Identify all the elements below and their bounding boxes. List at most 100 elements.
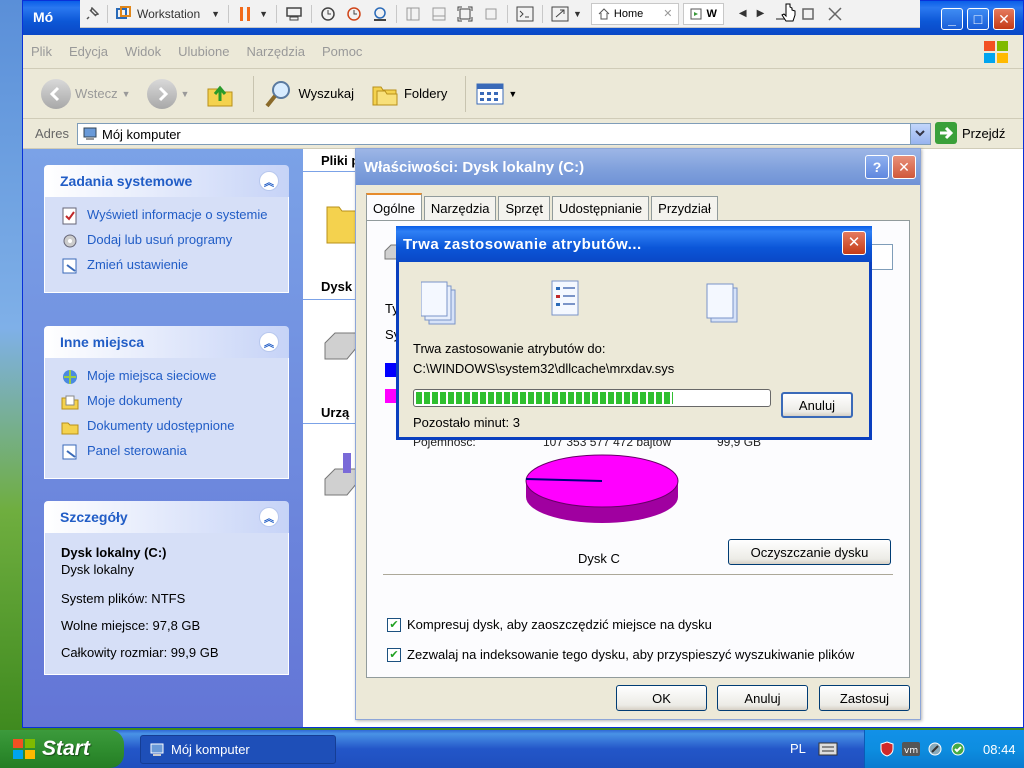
tab-general[interactable]: Ogólne [366, 193, 422, 221]
menu-edycja[interactable]: Edycja [69, 44, 108, 59]
index-checkbox[interactable]: ✔ [387, 647, 401, 662]
tab-scroll-left-button[interactable]: ◀ [734, 3, 752, 25]
tab-hardware[interactable]: Sprzęt [498, 196, 551, 220]
terminal-button[interactable] [511, 3, 539, 25]
my-documents-icon [61, 395, 79, 410]
disk-usage-pie [525, 454, 679, 523]
collapse-chevron-icon[interactable]: ︽ [259, 171, 279, 191]
snapshot-manager-icon [373, 6, 386, 21]
snapshot-manager-button[interactable] [367, 3, 393, 25]
unity-button[interactable] [478, 3, 504, 25]
windows-flag-icon [13, 739, 35, 759]
address-input[interactable]: Mój komputer [77, 123, 931, 145]
snapshot-button[interactable] [315, 3, 341, 25]
menu-pomoc[interactable]: Pomoc [322, 44, 362, 59]
menu-narzedzia[interactable]: Narzędzia [246, 44, 305, 59]
menu-plik[interactable]: Plik [31, 44, 52, 59]
security-shield-icon[interactable] [879, 741, 895, 757]
vm-close-button[interactable] [821, 3, 849, 25]
layout-icon [406, 7, 420, 20]
tab-tools[interactable]: Narzędzia [423, 196, 497, 220]
place-network[interactable]: Moje miejsca sieciowe [61, 368, 276, 386]
place-shared-documents[interactable]: Dokumenty udostępnione [61, 418, 276, 436]
view-console-button[interactable] [400, 3, 426, 25]
index-checkbox-row[interactable]: ✔ Zezwalaj na indeksowanie tego dysku, a… [387, 647, 854, 662]
pin-icon[interactable] [80, 3, 104, 25]
views-button[interactable]: ▼ [472, 74, 521, 114]
vm-icon [116, 5, 131, 19]
compress-checkbox-row[interactable]: ✔ Kompresuj dysk, aby zaoszczędzić miejs… [387, 617, 712, 632]
fit-icon [457, 6, 473, 21]
vm-selector[interactable]: Workstation ▼ [111, 3, 225, 25]
remaining-time: Pozostało minut: 3 [413, 415, 520, 430]
menu-widok[interactable]: Widok [125, 44, 161, 59]
panel-title: Zadania systemowe [60, 173, 193, 189]
go-button[interactable]: Przejdź [935, 122, 1005, 144]
applying-titlebar[interactable]: Trwa zastosowanie atrybutów... [396, 226, 872, 262]
panel-system-tasks-header[interactable]: Zadania systemowe ︽ [44, 165, 289, 197]
vmware-tools-icon[interactable]: vm [902, 742, 920, 756]
properties-close-button[interactable]: ✕ [892, 155, 916, 179]
place-label: Moje miejsca sieciowe [87, 368, 217, 383]
ok-button[interactable]: OK [616, 685, 707, 711]
start-button[interactable]: Start [0, 730, 124, 768]
task-system-info[interactable]: Wyświetl informacje o systemie [61, 207, 276, 225]
menu-ulubione[interactable]: Ulubione [178, 44, 229, 59]
apply-cancel-button[interactable]: Anuluj [781, 392, 853, 418]
cancel-button[interactable]: Anuluj [717, 685, 808, 711]
forward-dropdown-icon[interactable]: ▼ [181, 89, 190, 99]
home-tab[interactable]: Home ✕ [590, 2, 680, 25]
chevron-down-icon: ▼ [211, 8, 221, 19]
place-my-documents[interactable]: Moje dokumenty [61, 393, 276, 411]
maximize-button[interactable]: □ [967, 8, 989, 30]
applying-close-button[interactable]: ✕ [842, 231, 866, 255]
send-ctrl-alt-del-button[interactable] [280, 3, 308, 25]
group-devices: Urzą [321, 405, 350, 420]
detail-filesystem: System plików: NTFS [61, 591, 186, 606]
task-change-setting[interactable]: Zmień ustawienie [61, 257, 276, 275]
revert-snapshot-button[interactable] [341, 3, 367, 25]
panel-system-tasks: Zadania systemowe ︽ Wyświetl informacje … [44, 165, 289, 293]
fit-guest-button[interactable] [452, 3, 478, 25]
disk-cleanup-button[interactable]: Oczyszczanie dysku [728, 539, 891, 565]
forward-button[interactable]: ▼ [143, 74, 194, 114]
keyboard-icon[interactable] [818, 742, 838, 756]
tab-scroll-right-button[interactable]: ▶ [752, 3, 770, 25]
minimize-button[interactable]: _ [941, 8, 963, 30]
vm-restore-button[interactable] [795, 3, 821, 25]
apply-button[interactable]: Zastosuj [819, 685, 910, 711]
tab-quota[interactable]: Przydział [651, 196, 718, 220]
search-button[interactable]: Wyszukaj [260, 74, 358, 114]
taskbar-item-my-computer[interactable]: Mój komputer [140, 735, 336, 764]
terminal-icon [516, 6, 534, 21]
place-control-panel[interactable]: Panel sterowania [61, 443, 276, 461]
panel-other-places-header[interactable]: Inne miejsca ︽ [44, 326, 289, 358]
back-arrow-icon [41, 78, 71, 109]
applying-line1: Trwa zastosowanie atrybutów do: [413, 341, 606, 356]
back-dropdown-icon[interactable]: ▼ [122, 89, 131, 99]
help-button[interactable]: ? [865, 155, 889, 179]
task-add-remove-programs[interactable]: Dodaj lub usuń programy [61, 232, 276, 250]
pause-button[interactable]: ▼ [232, 3, 273, 25]
properties-titlebar[interactable]: Właściwości: Dysk lokalny (C:) [356, 149, 920, 185]
panel-details-header[interactable]: Szczegóły ︽ [44, 501, 289, 533]
close-icon[interactable]: ✕ [663, 7, 672, 20]
close-button[interactable]: ✕ [993, 8, 1015, 30]
back-button[interactable]: Wstecz ▼ [37, 74, 135, 114]
compress-checkbox[interactable]: ✔ [387, 617, 401, 632]
folders-button[interactable]: Foldery [366, 74, 451, 114]
collapse-chevron-icon[interactable]: ︽ [259, 332, 279, 352]
update-icon[interactable] [950, 741, 966, 757]
fullscreen-button[interactable]: ▼ [546, 3, 587, 25]
forward-arrow-icon [146, 78, 177, 109]
applying-title: Trwa zastosowanie atrybutów... [403, 235, 642, 253]
vm-tab[interactable]: W [683, 2, 724, 25]
collapse-chevron-icon[interactable]: ︽ [259, 507, 279, 527]
tab-sharing[interactable]: Udostępnianie [552, 196, 650, 220]
language-indicator[interactable]: PL [790, 741, 806, 756]
address-dropdown-button[interactable] [910, 124, 930, 144]
view-thumbnail-button[interactable] [426, 3, 452, 25]
panel-other-places: Inne miejsca ︽ Moje miejsca sieciowe Moj… [44, 326, 289, 479]
up-folder-button[interactable] [201, 74, 239, 114]
network-icon[interactable] [927, 741, 943, 757]
